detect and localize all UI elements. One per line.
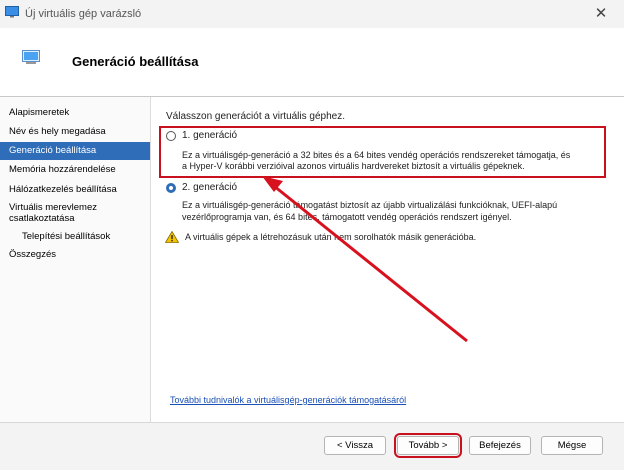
sidebar-item-basics[interactable]: Alapismeretek <box>0 107 150 119</box>
sidebar-item-networking[interactable]: Hálózatkezelés beállítása <box>0 184 150 196</box>
back-button[interactable]: < Vissza <box>324 436 386 455</box>
close-icon[interactable]: ✕ <box>588 3 614 25</box>
gen2-label[interactable]: 2. generáció <box>182 182 237 193</box>
sidebar-item-summary[interactable]: Összegzés <box>0 249 150 261</box>
wizard-steps-sidebar: Alapismeretek Név és hely megadása Gener… <box>0 97 150 422</box>
sidebar-item-name-location[interactable]: Név és hely megadása <box>0 126 150 138</box>
learn-more-link[interactable]: További tudnivalók a virtuálisgép-generá… <box>170 395 406 405</box>
sidebar-item-generation[interactable]: Generáció beállítása <box>0 142 150 160</box>
cancel-button[interactable]: Mégse <box>541 436 603 455</box>
sidebar-item-memory[interactable]: Memória hozzárendelése <box>0 164 150 176</box>
wizard-header: Generáció beállítása <box>0 28 624 90</box>
title-bar: Új virtuális gép varázsló ✕ <box>0 0 624 28</box>
gen2-radio[interactable] <box>166 183 176 193</box>
generation-prompt: Válasszon generációt a virtuális géphez. <box>166 111 345 122</box>
warning-icon <box>165 231 179 243</box>
gen2-description-line1: Ez a virtuálisgép-generáció támogatást b… <box>182 200 558 210</box>
sidebar-item-virtual-disk-cont: csatlakoztatása <box>9 213 75 224</box>
next-button[interactable]: Tovább > <box>394 433 462 458</box>
warning-text: A virtuális gépek a létrehozásuk után ne… <box>185 232 477 242</box>
gen2-description-line2: vezérlőprogramja van, és 64 bites, támog… <box>182 212 512 222</box>
window-title: Új virtuális gép varázsló <box>25 8 142 20</box>
page-title: Generáció beállítása <box>72 54 199 69</box>
wizard-page-icon <box>22 50 40 64</box>
sidebar-item-install-options[interactable]: Telepítési beállítások <box>0 231 150 243</box>
hyperv-app-icon <box>5 6 19 18</box>
annotation-highlight-box <box>159 126 606 178</box>
finish-button[interactable]: Befejezés <box>469 436 531 455</box>
